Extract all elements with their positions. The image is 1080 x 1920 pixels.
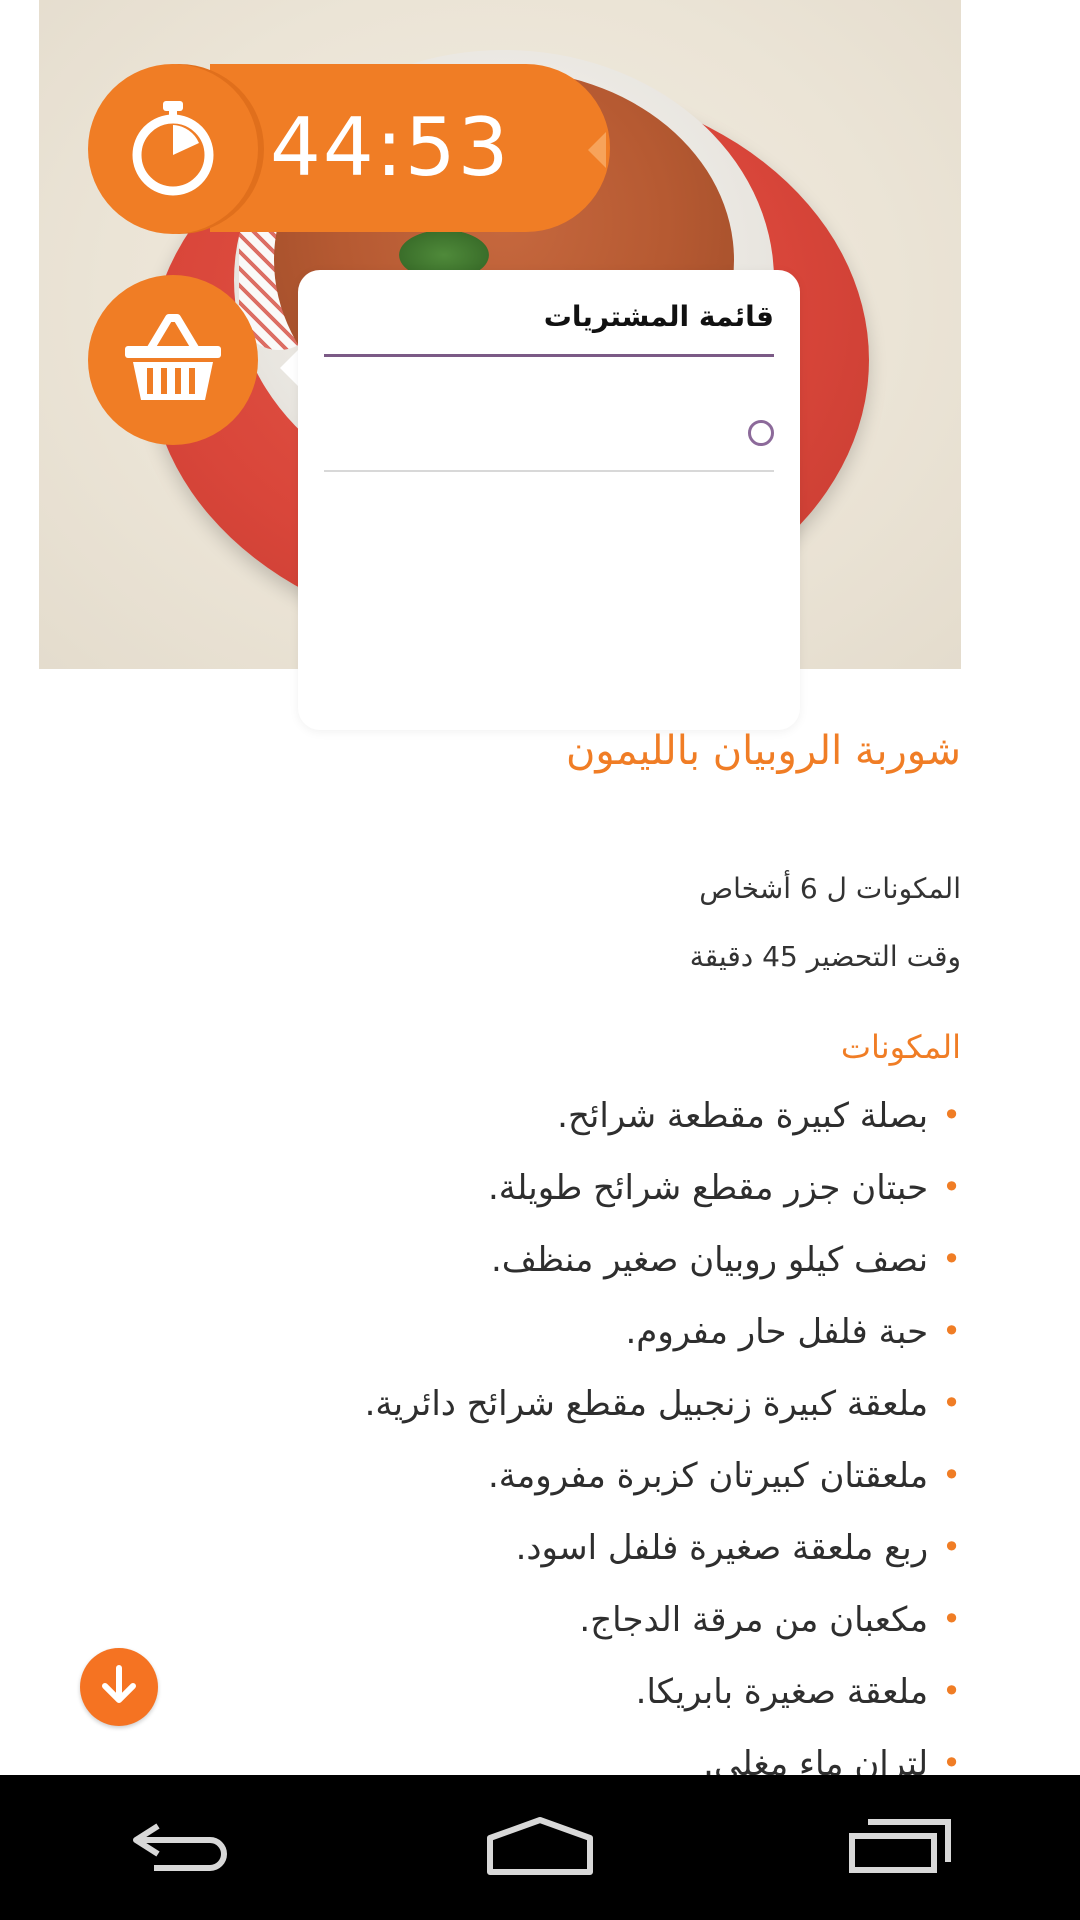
bullet-icon: • <box>942 1312 961 1350</box>
bullet-icon: • <box>942 1168 961 1206</box>
bullet-icon: • <box>942 1384 961 1422</box>
ingredient-text: ملعقة صغيرة بابريكا. <box>635 1672 929 1712</box>
bullet-icon: • <box>942 1240 961 1278</box>
timer-notch <box>588 132 606 168</box>
ingredient-text: حبتان جزر مقطع شرائح طويلة. <box>487 1168 929 1208</box>
list-item: • ملعقتان كبيرتان كزبرة مفرومة. <box>365 1456 961 1528</box>
ingredients-heading: المكونات <box>840 1028 961 1066</box>
bullet-icon: • <box>942 1672 961 1710</box>
list-item: • ربع ملعقة صغيرة فلفل اسود. <box>365 1528 961 1600</box>
list-item: • ملعقة صغيرة بابريكا. <box>365 1672 961 1744</box>
timer-button[interactable] <box>88 64 258 234</box>
right-margin <box>961 0 1040 1775</box>
ingredient-text: مكعبان من مرقة الدجاج. <box>579 1600 929 1640</box>
list-item: • ملعقة كبيرة زنجبيل مقطع شرائح دائرية. <box>365 1384 961 1456</box>
list-item-radio[interactable] <box>748 420 774 446</box>
bullet-icon: • <box>942 1456 961 1494</box>
ingredient-text: نصف كيلو روبيان صغير منظف. <box>490 1240 929 1280</box>
bullet-icon: • <box>942 1096 961 1134</box>
left-margin <box>0 0 39 1775</box>
popup-title-divider <box>324 354 774 357</box>
shopping-list-popup: قائمة المشتريات <box>298 270 800 730</box>
stopwatch-icon <box>127 97 219 201</box>
list-item: • بصلة كبيرة مقطعة شرائح. <box>365 1096 961 1168</box>
popup-arrow <box>280 348 300 388</box>
servings-text: المكونات ل 6 أشخاص <box>699 872 961 905</box>
home-button[interactable] <box>470 1798 610 1898</box>
list-item: • نصف كيلو روبيان صغير منظف. <box>365 1240 961 1312</box>
list-item-divider <box>324 470 774 472</box>
list-item: • حبة فلفل حار مفروم. <box>365 1312 961 1384</box>
popup-title: قائمة المشتريات <box>543 300 774 333</box>
ingredient-text: ملعقة كبيرة زنجبيل مقطع شرائح دائرية. <box>364 1384 929 1424</box>
recipe-title: شوربة الروبيان بالليمون <box>566 728 961 774</box>
scroll-down-button[interactable] <box>80 1648 158 1726</box>
ingredient-text: بصلة كبيرة مقطعة شرائح. <box>557 1096 929 1136</box>
back-icon <box>128 1818 232 1878</box>
recents-button[interactable] <box>830 1798 970 1898</box>
ingredient-text: حبة فلفل حار مفروم. <box>625 1312 929 1352</box>
list-item: • حبتان جزر مقطع شرائح طويلة. <box>365 1168 961 1240</box>
ingredient-text: ملعقتان كبيرتان كزبرة مفرومة. <box>487 1456 929 1496</box>
system-nav-bar <box>0 1775 1080 1920</box>
recents-icon <box>848 1818 952 1878</box>
bullet-icon: • <box>942 1600 961 1638</box>
prep-time-text: وقت التحضير 45 دقيقة <box>689 940 961 973</box>
back-button[interactable] <box>110 1798 250 1898</box>
bullet-icon: • <box>942 1528 961 1566</box>
home-icon <box>484 1816 596 1880</box>
ingredient-text: ربع ملعقة صغيرة فلفل اسود. <box>515 1528 929 1568</box>
shopping-list-button[interactable] <box>88 275 258 445</box>
list-item: • مكعبان من مرقة الدجاج. <box>365 1600 961 1672</box>
ingredients-list: • بصلة كبيرة مقطعة شرائح. • حبتان جزر مقطع… <box>365 1096 961 1816</box>
timer-value: 44:53 <box>270 101 511 194</box>
basket-icon <box>121 312 225 408</box>
arrow-down-icon <box>96 1662 142 1712</box>
